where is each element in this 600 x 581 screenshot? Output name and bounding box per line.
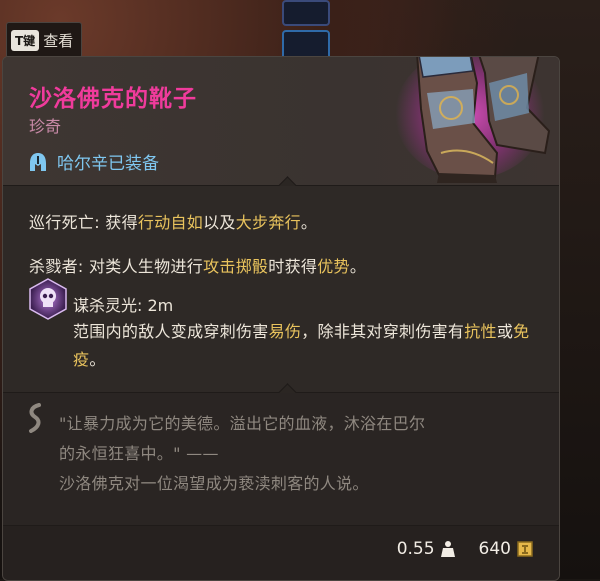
property-line-2: 杀戮者: 对类人生物进行攻击掷骰时获得优势。 xyxy=(29,253,366,277)
lore-attribution: 沙洛佛克对一位渴望成为亵渎刺客的人说。 xyxy=(59,474,369,493)
helmet-icon xyxy=(30,152,46,171)
item-name: 沙洛佛克的靴子 xyxy=(29,86,197,112)
lore-quote-line: 的永恒狂喜中。" —— xyxy=(59,444,219,463)
property-text: 获得 xyxy=(99,213,138,232)
keyword-dash[interactable]: 大步奔行 xyxy=(236,213,301,232)
keyword-attack-roll[interactable]: 攻击掷骰 xyxy=(203,257,268,276)
weight-stat: 0.55 xyxy=(397,539,455,559)
property-text: 。 xyxy=(300,213,318,232)
boots-icon xyxy=(377,57,559,189)
key-hint-badge: T键 xyxy=(11,29,40,51)
keyword-action-free[interactable]: 行动自如 xyxy=(138,213,203,232)
price-stat: 640 xyxy=(479,539,533,559)
item-rarity: 珍奇 xyxy=(29,117,62,136)
property-text: 以及 xyxy=(203,213,236,232)
property-label: 杀戮者: xyxy=(29,257,84,276)
item-tooltip: 沙洛佛克的靴子 珍奇 哈尔辛已装备 巡行死亡: 获得行动自如以及大步奔行。 杀戮… xyxy=(2,56,560,581)
price-value: 640 xyxy=(478,539,511,559)
examine-toggle-button[interactable]: T键 查看 xyxy=(6,22,83,58)
aura-text: 范围内的敌人变成穿刺伤害 xyxy=(73,322,269,341)
aura-description: 范围内的敌人变成穿刺伤害易伤，除非其对穿刺伤害有抗性或免疫。 xyxy=(73,318,543,374)
property-line-1: 巡行死亡: 获得行动自如以及大步奔行。 xyxy=(29,209,317,233)
skull-aura-icon xyxy=(29,278,67,320)
property-text: 对类人生物进行 xyxy=(83,257,204,276)
weight-value: 0.55 xyxy=(396,539,435,559)
inventory-slot[interactable] xyxy=(282,0,330,26)
aura-text: 。 xyxy=(89,350,106,369)
keyword-vulnerable[interactable]: 易伤 xyxy=(269,322,302,341)
aura-text: 或 xyxy=(496,322,514,341)
keyword-advantage[interactable]: 优势 xyxy=(317,257,350,276)
aura-text: ，除非其对穿刺伤害有 xyxy=(301,322,465,341)
property-text: 。 xyxy=(349,257,367,276)
keyword-resistance[interactable]: 抗性 xyxy=(464,322,497,341)
property-label: 巡行死亡: xyxy=(29,213,100,232)
item-stats: 0.55 640 xyxy=(373,539,533,559)
lore-quote-line: "让暴力成为它的美德。溢出它的血液，沐浴在巴尔 xyxy=(59,414,426,433)
lore-text: "让暴力成为它的美德。溢出它的血液，沐浴在巴尔 的永恒狂喜中。" —— 沙洛佛克… xyxy=(59,409,539,499)
lore-scroll-icon xyxy=(29,403,41,433)
gold-coin-icon xyxy=(517,541,533,557)
examine-label: 查看 xyxy=(43,31,74,50)
property-text: 时获得 xyxy=(268,257,318,276)
equipped-by-text: 哈尔辛已装备 xyxy=(57,154,159,174)
equipped-by-row: 哈尔辛已装备 xyxy=(29,149,159,174)
weight-icon xyxy=(440,541,455,557)
aura-title: 谋杀灵光: 2m xyxy=(73,296,174,315)
